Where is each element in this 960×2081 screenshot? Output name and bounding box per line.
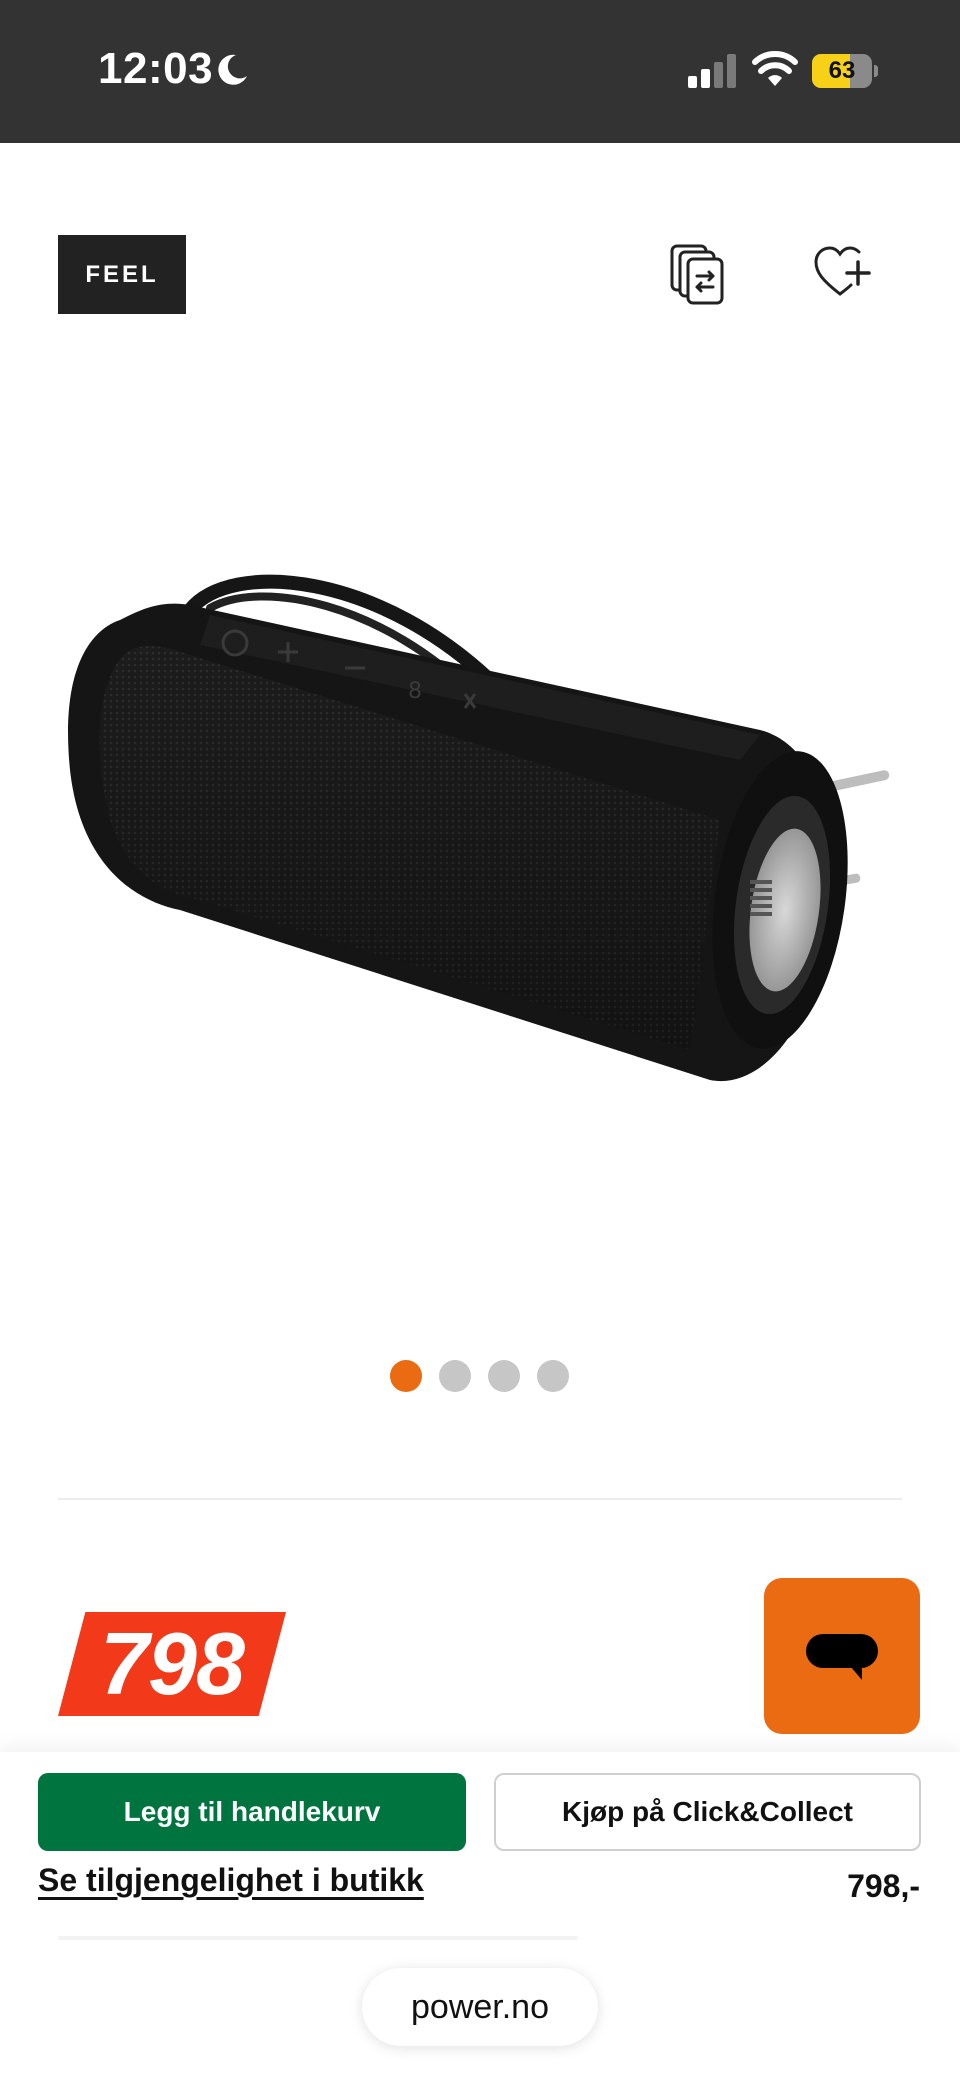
compare-icon[interactable] xyxy=(668,242,728,308)
price-badge: 798 xyxy=(58,1612,286,1716)
cellular-signal-icon xyxy=(688,54,736,88)
store-availability-link[interactable]: Se tilgjengelighet i butikk xyxy=(38,1862,424,1899)
moon-icon xyxy=(218,54,247,85)
battery-indicator: 63 xyxy=(812,54,878,88)
carousel-dot[interactable] xyxy=(488,1360,520,1392)
status-bar: 12:03 63 xyxy=(0,0,960,143)
carousel-dot[interactable] xyxy=(537,1360,569,1392)
price-value: 798 xyxy=(100,1614,245,1713)
wifi-icon xyxy=(752,51,798,86)
carousel-dots xyxy=(390,1360,569,1392)
add-to-cart-button[interactable]: Legg til handlekurv xyxy=(38,1773,466,1851)
heart-plus-icon[interactable] xyxy=(812,244,872,300)
faded-text-placeholder xyxy=(58,1936,578,1940)
bottom-price: 798,- xyxy=(847,1868,920,1904)
url-text: power.no xyxy=(411,1988,549,2026)
product-image[interactable]: 8 xyxy=(60,560,900,1100)
battery-level: 63 xyxy=(828,57,856,84)
divider xyxy=(58,1498,902,1500)
click-collect-button[interactable]: Kjøp på Click&Collect xyxy=(494,1773,921,1851)
carousel-dot[interactable] xyxy=(439,1360,471,1392)
chat-button[interactable] xyxy=(764,1578,920,1734)
chat-bubble-icon xyxy=(806,1634,878,1680)
status-time: 12:03 xyxy=(98,44,214,93)
browser-url-bar[interactable]: power.no xyxy=(362,1968,598,2046)
brand-logo-text: FEEL xyxy=(85,261,159,288)
brand-logo[interactable]: FEEL xyxy=(58,235,186,314)
svg-text:8: 8 xyxy=(408,679,422,704)
carousel-dot[interactable] xyxy=(390,1360,422,1392)
